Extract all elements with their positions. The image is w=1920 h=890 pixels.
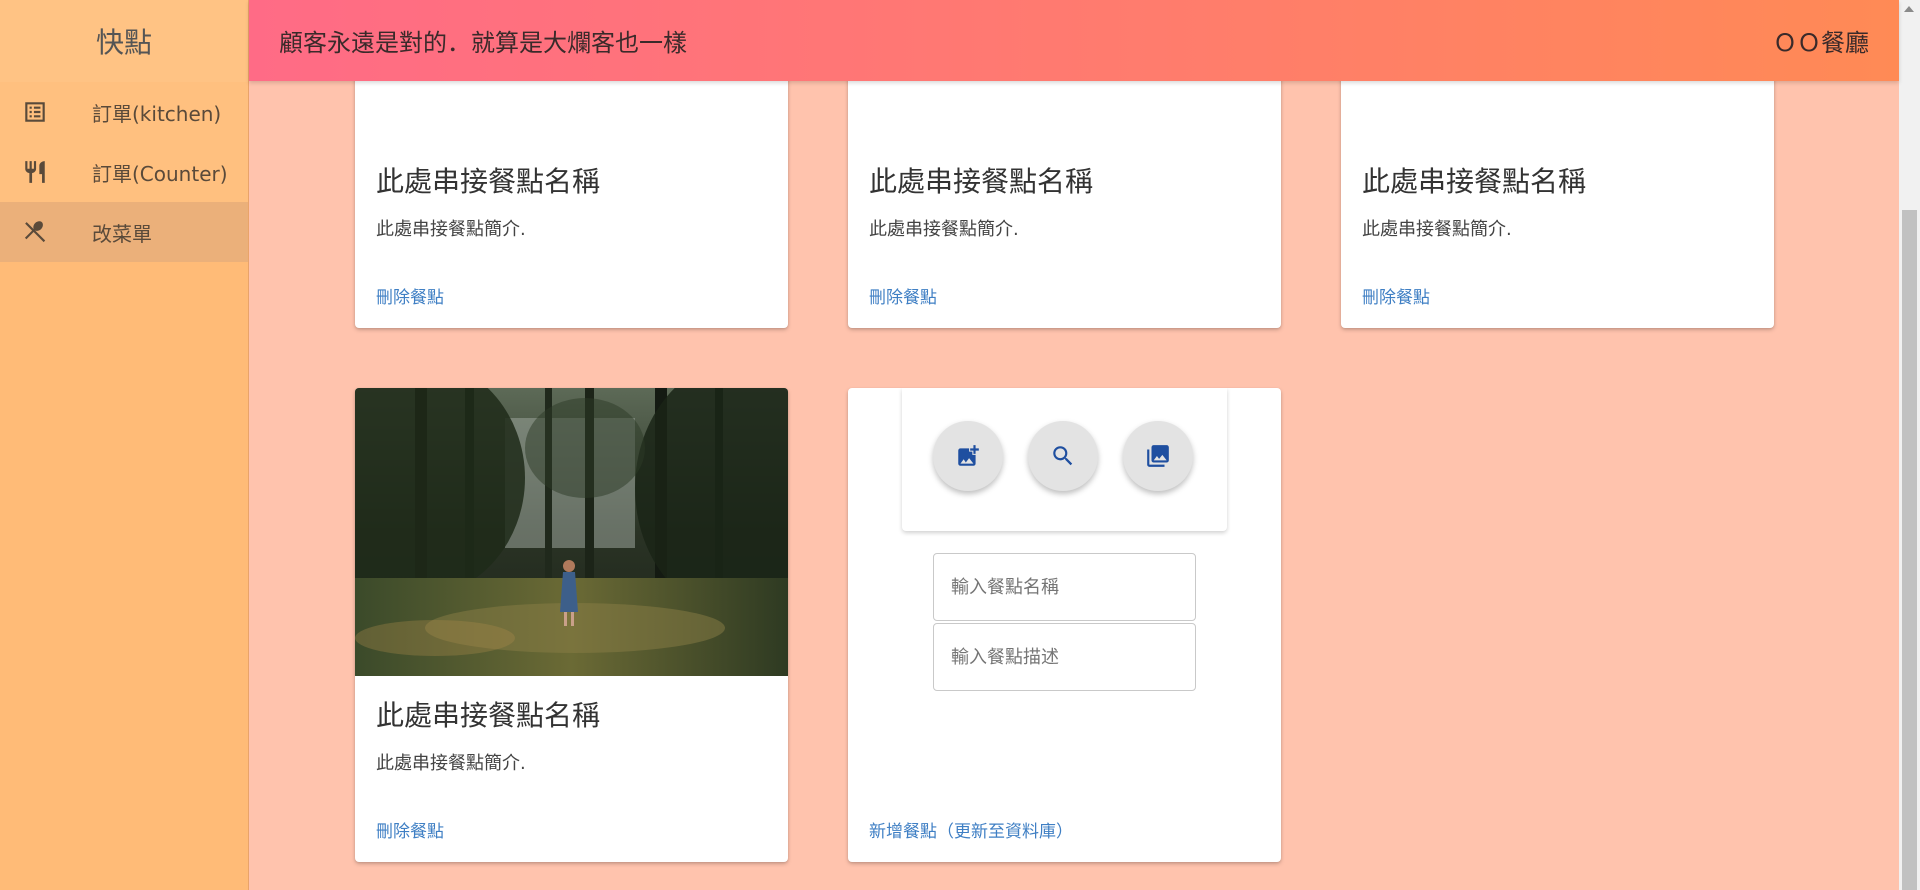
delete-dish-button[interactable]: 刪除餐點 [376,817,444,842]
dish-description: 此處串接餐點簡介. [376,753,526,774]
menu-card: 此處串接餐點名稱 此處串接餐點簡介. 刪除餐點 [355,388,788,862]
sidebar-item-orders-counter[interactable]: 訂單(Counter) [0,142,248,202]
dish-title: 此處串接餐點名稱 [376,699,601,732]
search-icon [1053,446,1073,466]
add-photo-button[interactable] [933,421,1003,491]
scroll-up-arrow-icon[interactable] [1904,6,1914,12]
sidebar-item-orders-kitchen[interactable]: 訂單(kitchen) [0,82,248,142]
dish-description: 此處串接餐點簡介. [376,219,526,240]
photo-library-button[interactable] [1123,421,1193,491]
dish-description: 此處串接餐點簡介. [1362,219,1512,240]
dish-description: 此處串接餐點簡介. [869,219,1019,240]
add-dish-button[interactable]: 新增餐點（更新至資料庫） [869,817,1073,842]
dish-photo [355,388,788,676]
header-slogan: 顧客永遠是對的．就算是大爛客也一樣 [279,29,687,57]
brand-title: 快點 [0,0,248,82]
search-image-button[interactable] [1028,421,1098,491]
sidebar: 快點 訂單(kitchen) 訂單(Counter) 改菜單 [0,0,249,890]
photo-library-icon [1147,445,1169,467]
delete-dish-button[interactable]: 刪除餐點 [869,283,937,308]
sidebar-item-label: 改菜單 [92,221,152,246]
dish-title: 此處串接餐點名稱 [376,165,601,198]
delete-dish-button[interactable]: 刪除餐點 [376,283,444,308]
dish-title: 此處串接餐點名稱 [869,165,1094,198]
image-tools-panel [902,388,1227,531]
dish-description-input[interactable] [933,623,1196,691]
add-photo-icon [958,445,979,466]
dish-name-input[interactable] [933,553,1196,621]
delete-dish-button[interactable]: 刪除餐點 [1362,283,1430,308]
list-icon [22,99,48,125]
scroll-thumb[interactable] [1902,210,1917,890]
sidebar-item-label: 訂單(Counter) [92,161,228,186]
scrollbar[interactable] [1899,0,1920,890]
utensils-icon [22,159,48,185]
sidebar-item-label: 訂單(kitchen) [92,101,222,126]
add-dish-card: 新增餐點（更新至資料庫） [848,388,1281,862]
restaurant-name: ＯＯ餐廳 [1773,29,1869,57]
sidebar-item-edit-menu[interactable]: 改菜單 [0,202,248,262]
dish-title: 此處串接餐點名稱 [1362,165,1587,198]
header-bar: 顧客永遠是對的．就算是大爛客也一樣 ＯＯ餐廳 [249,0,1899,81]
fork-spoon-icon [22,219,48,245]
